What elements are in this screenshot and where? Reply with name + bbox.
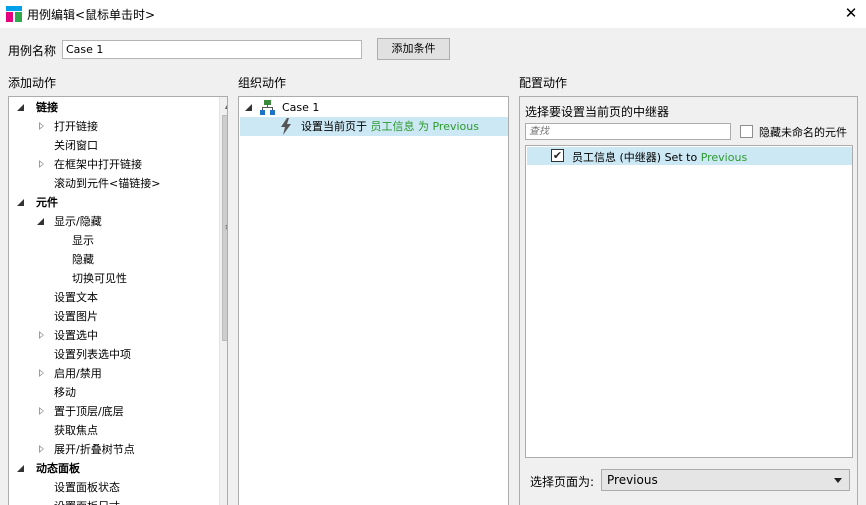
tree-item-label: 置于顶层/底层: [54, 405, 124, 418]
hide-unnamed-checkbox[interactable]: [740, 125, 753, 138]
page-select-label: 选择页面为:: [530, 475, 595, 489]
tree-item[interactable]: 设置列表选中项: [9, 345, 218, 364]
config-heading: 选择要设置当前页的中继器: [525, 105, 670, 119]
repeater-row[interactable]: ✔ 员工信息 (中继器) Set to Previous: [527, 147, 852, 165]
page-select-value: Previous: [607, 473, 658, 487]
tree-item[interactable]: 置于顶层/底层: [9, 402, 218, 421]
scroll-up-arrow-icon[interactable]: ▲: [220, 97, 227, 114]
tree-item[interactable]: 链接: [9, 98, 218, 117]
expand-closed-icon[interactable]: [39, 122, 44, 130]
expand-open-icon[interactable]: [37, 218, 44, 225]
tree-item[interactable]: 设置面板尺寸: [9, 497, 218, 505]
action-text: 设置当前页于 员工信息 为 Previous: [301, 117, 479, 136]
action-prefix: 设置当前页于: [301, 120, 367, 133]
expand-closed-icon[interactable]: [39, 407, 44, 415]
tree-item-label: 元件: [36, 196, 58, 209]
tree-item[interactable]: 切换可见性: [9, 269, 218, 288]
tree-item-label: 显示: [72, 234, 94, 247]
tree-item-label: 移动: [54, 386, 76, 399]
tree-item[interactable]: 隐藏: [9, 250, 218, 269]
tree-item-label: 设置面板状态: [54, 481, 120, 494]
tree-item-label: 动态面板: [36, 462, 80, 475]
repeater-text: 员工信息 (中继器) Set to Previous: [572, 149, 747, 165]
case-name-input[interactable]: [62, 40, 362, 59]
add-action-title: 添加动作: [8, 76, 57, 90]
organize-actions-panel: Case 1 设置当前页于 员工信息 为 Previous: [238, 96, 509, 505]
configure-action-title: 配置动作: [519, 76, 568, 90]
tree-item[interactable]: 显示: [9, 231, 218, 250]
case-node[interactable]: Case 1: [239, 98, 507, 117]
tree-item-label: 设置面板尺寸: [54, 497, 120, 505]
tree-item-label: 启用/禁用: [54, 367, 102, 380]
expand-closed-icon[interactable]: [39, 160, 44, 168]
tree-item-label: 打开链接: [54, 120, 98, 133]
expand-closed-icon[interactable]: [39, 369, 44, 377]
tree-item[interactable]: 设置面板状态: [9, 478, 218, 497]
tree-item[interactable]: 滚动到元件<锚链接>: [9, 174, 218, 193]
chevron-down-icon: [834, 478, 842, 483]
case-label: Case 1: [282, 101, 320, 114]
tree-item[interactable]: 在框架中打开链接: [9, 155, 218, 174]
tree-item-label: 设置图片: [54, 310, 98, 323]
add-action-panel: 链接打开链接关闭窗口在框架中打开链接滚动到元件<锚链接> 元件显示/隐藏显示隐藏切…: [8, 96, 228, 505]
window-title: 用例编辑<鼠标单击时>: [27, 8, 156, 22]
tree-item[interactable]: 移动: [9, 383, 218, 402]
tree-item[interactable]: 设置图片: [9, 307, 218, 326]
tree-item-label: 显示/隐藏: [54, 215, 102, 228]
expand-open-icon[interactable]: [245, 104, 252, 111]
tree-item-label: 滚动到元件<锚链接>: [54, 177, 161, 190]
close-icon[interactable]: ✕: [838, 1, 864, 25]
configure-action-panel: 选择要设置当前页的中继器 隐藏未命名的元件 ✔ 员工信息 (中继器) Set t…: [519, 96, 858, 505]
tree-item-label: 展开/折叠树节点: [54, 443, 135, 456]
tree-item[interactable]: 关闭窗口: [9, 136, 218, 155]
expand-open-icon[interactable]: [17, 199, 24, 206]
tree-item-label: 获取焦点: [54, 424, 98, 437]
tree-item-label: 链接: [36, 101, 58, 114]
expand-open-icon[interactable]: [17, 104, 24, 111]
add-condition-button[interactable]: 添加条件: [377, 38, 450, 60]
hide-unnamed-label: 隐藏未命名的元件: [759, 126, 847, 139]
tree-item-label: 切换可见性: [72, 272, 127, 285]
tree-item[interactable]: 元件: [9, 193, 218, 212]
title-bar: 用例编辑<鼠标单击时> ✕: [0, 0, 866, 28]
tree-item[interactable]: 展开/折叠树节点: [9, 440, 218, 459]
tree-item[interactable]: 打开链接: [9, 117, 218, 136]
search-input[interactable]: [525, 123, 731, 140]
scroll-thumb[interactable]: ≡: [222, 115, 227, 341]
app-logo-icon: [6, 6, 22, 22]
selected-action-row[interactable]: 设置当前页于 员工信息 为 Previous: [240, 117, 508, 136]
repeater-name: 员工信息 (中继器) Set to: [572, 151, 701, 164]
tree-item[interactable]: 设置文本: [9, 288, 218, 307]
expand-closed-icon[interactable]: [39, 445, 44, 453]
repeater-list: ✔ 员工信息 (中继器) Set to Previous: [525, 145, 853, 458]
repeater-checkbox[interactable]: ✔: [551, 149, 564, 162]
tree-item[interactable]: 设置选中: [9, 326, 218, 345]
case-tree-icon: [260, 100, 275, 115]
case-name-label: 用例名称: [8, 44, 57, 58]
tree-item-label: 隐藏: [72, 253, 94, 266]
page-select-dropdown[interactable]: Previous: [601, 469, 850, 491]
repeater-value: Previous: [700, 151, 748, 164]
scroll-grip-icon: ≡: [223, 224, 227, 233]
tree-item[interactable]: 启用/禁用: [9, 364, 218, 383]
organize-actions-title: 组织动作: [238, 76, 287, 90]
configure-body: 选择要设置当前页的中继器 隐藏未命名的元件 ✔ 员工信息 (中继器) Set t…: [520, 97, 857, 505]
expand-open-icon[interactable]: [17, 465, 24, 472]
tree-item-label: 在框架中打开链接: [54, 158, 142, 171]
action-target: 员工信息 为 Previous: [370, 120, 479, 133]
tree-item-label: 关闭窗口: [54, 139, 98, 152]
tree-item[interactable]: 显示/隐藏: [9, 212, 218, 231]
tree-item[interactable]: 动态面板: [9, 459, 218, 478]
tree-item-label: 设置选中: [54, 329, 98, 342]
tree-item-label: 设置列表选中项: [54, 348, 131, 361]
vertical-scrollbar[interactable]: ▲ ≡: [219, 97, 227, 505]
expand-closed-icon[interactable]: [39, 331, 44, 339]
tree-item-label: 设置文本: [54, 291, 98, 304]
tree-item[interactable]: 获取焦点: [9, 421, 218, 440]
lightning-icon: [281, 118, 291, 135]
